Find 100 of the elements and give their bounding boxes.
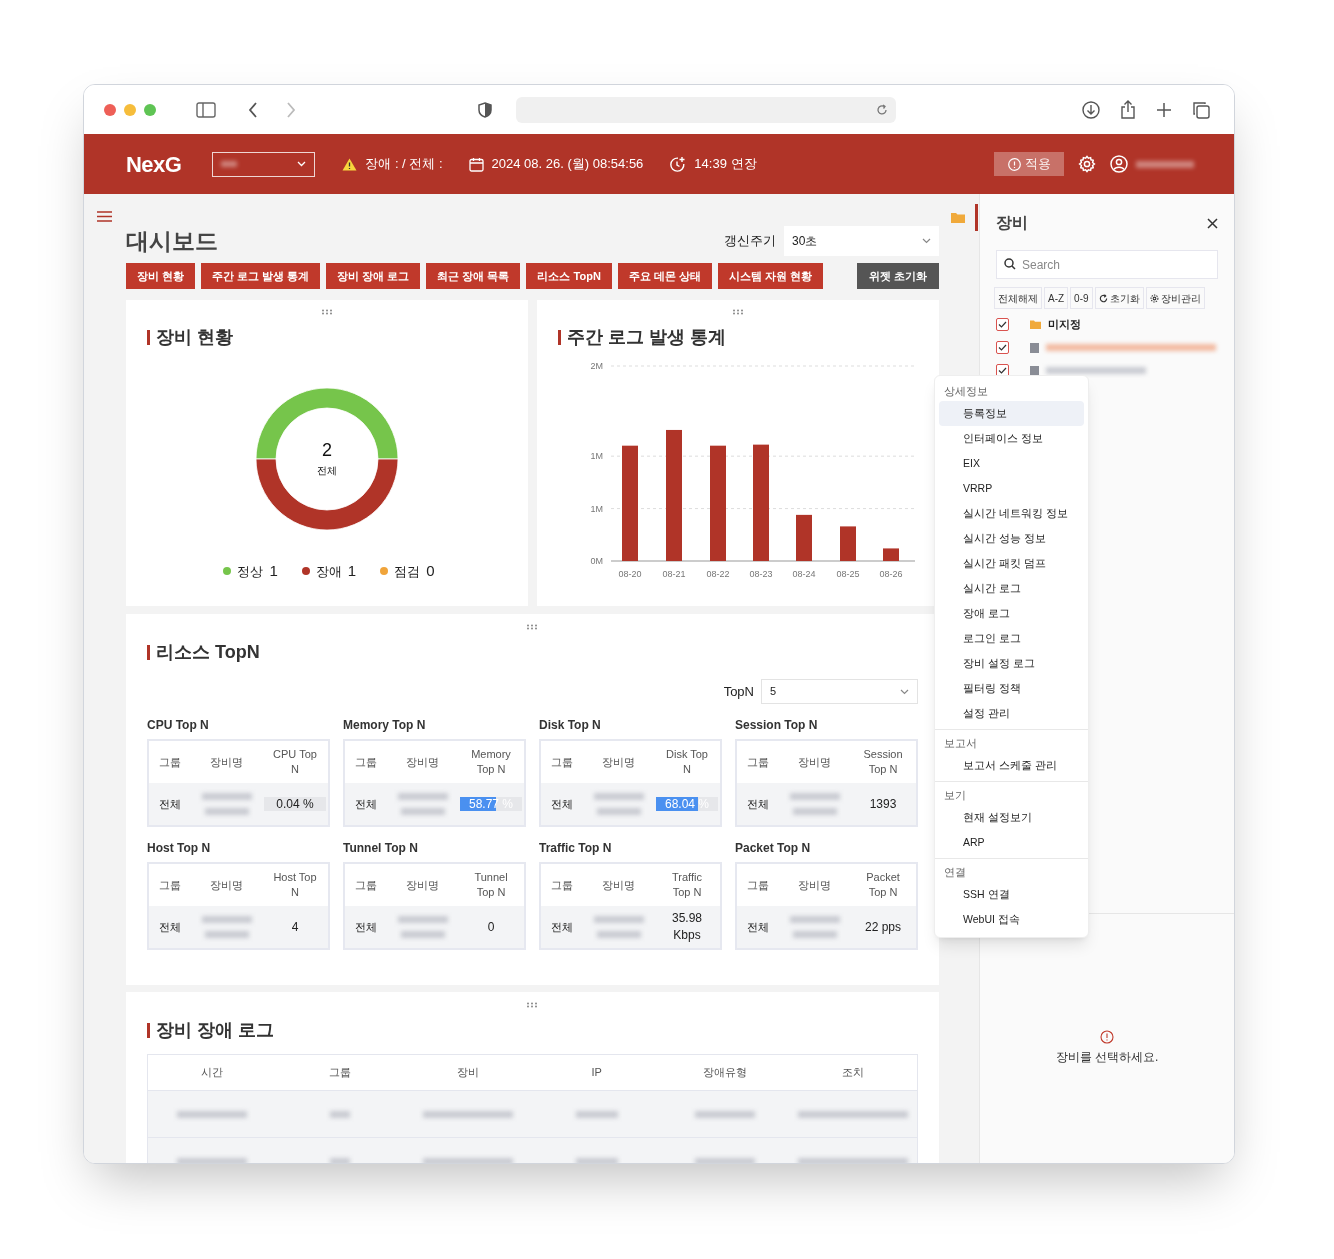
table-cell-text: 전체 — [550, 919, 574, 935]
logo[interactable]: NexG — [126, 147, 182, 181]
sidebar-icon[interactable] — [196, 101, 216, 118]
axis-tick-label: 08-25 — [836, 569, 860, 579]
clock-plus-icon[interactable] — [669, 155, 687, 173]
table-cell-text: 전체 — [746, 919, 770, 935]
tool-button[interactable]: 초기화 — [1094, 287, 1144, 309]
device-select[interactable] — [212, 151, 316, 177]
widget-button[interactable]: 주간 로그 발생 통계 — [201, 263, 321, 289]
axis-tick-label: 08-23 — [749, 569, 773, 579]
axis-tick-label: 08-24 — [792, 569, 816, 579]
widget-button[interactable]: 장비 현황 — [126, 263, 196, 289]
topn-select[interactable]: 5 — [761, 679, 918, 704]
menu-icon[interactable] — [97, 211, 112, 222]
menu-item[interactable]: 설정 관리 — [939, 701, 1084, 726]
tool-button[interactable]: 전체해제 — [994, 287, 1042, 309]
search-icon — [1004, 258, 1016, 270]
refresh-select[interactable]: 30초 — [784, 226, 939, 256]
tool-button[interactable]: 0-9 — [1070, 287, 1093, 309]
drag-handle-icon[interactable] — [526, 624, 538, 630]
tabs-overview-icon[interactable] — [1192, 100, 1210, 119]
column-header: 그룹 — [328, 1065, 353, 1081]
menu-item[interactable]: 장비 설정 로그 — [939, 651, 1084, 676]
table-cell-text: 전체 — [354, 796, 378, 812]
tree-item-label[interactable]: 미지정 — [1048, 316, 1081, 333]
widget-button[interactable]: 주요 데몬 상태 — [617, 263, 712, 289]
axis-tick-label: 1M — [590, 451, 603, 462]
blurred-text — [789, 916, 840, 923]
menu-item[interactable]: 현재 설정보기 — [939, 805, 1084, 830]
blurred-text — [204, 808, 249, 815]
menu-item[interactable]: 인터페이스 정보 — [939, 426, 1084, 451]
widget-button[interactable]: 최근 장애 목록 — [426, 263, 521, 289]
menu-section-title: 보고서 — [943, 736, 978, 751]
menu-section-title: 연결 — [943, 865, 967, 880]
refresh-value: 30초 — [792, 233, 818, 250]
blurred-text — [201, 916, 252, 923]
blurred-text — [789, 793, 840, 800]
menu-item[interactable]: 실시간 로그 — [939, 576, 1084, 601]
download-icon[interactable] — [1082, 100, 1100, 119]
menu-item[interactable]: 실시간 패킷 덤프 — [939, 551, 1084, 576]
back-icon[interactable] — [248, 101, 258, 118]
column-header: 장비명 — [798, 877, 831, 893]
legend-count: 1 — [269, 561, 278, 581]
widget-button[interactable]: 장비 장애 로그 — [326, 263, 421, 289]
reset-widgets-button[interactable]: 위젯 초기화 — [856, 263, 939, 289]
chevron-down-icon — [922, 238, 931, 244]
panel-title: 장비 — [996, 213, 1028, 233]
menu-item[interactable]: VRRP — [939, 476, 1084, 501]
menu-section-title: 상세정보 — [943, 384, 989, 399]
menu-item[interactable]: SSH 연결 — [939, 882, 1084, 907]
axis-tick-label: 0M — [590, 556, 603, 566]
empty-message: 장비를 선택하세요. — [1055, 1049, 1159, 1066]
drag-handle-icon[interactable] — [321, 309, 333, 315]
menu-item[interactable]: 보고서 스케줄 관리 — [939, 753, 1084, 778]
drag-handle-icon[interactable] — [526, 1002, 538, 1008]
info-icon — [1007, 157, 1021, 171]
card-title: 장비 현황 — [156, 326, 233, 349]
menu-item[interactable]: 필터링 정책 — [939, 676, 1084, 701]
table-title: Tunnel Top N — [343, 840, 419, 856]
blurred-text — [177, 1110, 248, 1118]
menu-item[interactable]: 등록정보 — [939, 401, 1084, 426]
close-icon[interactable] — [1207, 217, 1218, 229]
column-header: 장비명 — [602, 754, 635, 770]
menu-item[interactable]: 로그인 로그 — [939, 626, 1084, 651]
shield-icon[interactable] — [478, 101, 492, 118]
session-extend-text[interactable]: 14:39 연장 — [694, 154, 757, 174]
menu-item[interactable]: WebUI 접속 — [939, 907, 1084, 932]
settings-icon[interactable] — [1078, 155, 1096, 173]
column-header: 장비명 — [406, 754, 439, 770]
table-cell-text: 전체 — [550, 796, 574, 812]
search-field[interactable]: Search — [996, 250, 1218, 279]
menu-item[interactable]: 실시간 네트워킹 정보 — [939, 501, 1084, 526]
column-header: Packet Top N — [865, 870, 901, 900]
blurred-text — [694, 1110, 755, 1118]
total-label: 전체 — [317, 463, 337, 478]
new-tab-icon[interactable] — [1156, 101, 1172, 118]
widget-button[interactable]: 리소스 TopN — [526, 263, 612, 289]
menu-item[interactable]: 장애 로그 — [939, 601, 1084, 626]
widget-button[interactable]: 시스템 자원 현황 — [717, 263, 824, 289]
menu-item[interactable]: 실시간 성능 정보 — [939, 526, 1084, 551]
drag-handle-icon[interactable] — [732, 309, 744, 315]
tool-button[interactable]: 장비관리 — [1145, 287, 1205, 309]
menu-item[interactable]: ARP — [939, 830, 1084, 855]
menu-item[interactable]: EIX — [939, 451, 1084, 476]
checkbox[interactable] — [996, 341, 1009, 354]
column-header: 그룹 — [355, 877, 377, 893]
reload-icon[interactable] — [876, 103, 888, 116]
close-window-button[interactable] — [104, 103, 116, 116]
column-header: Traffic Top N — [671, 870, 703, 900]
column-header: Disk Top N — [665, 747, 709, 777]
legend-label: 정상 — [237, 562, 264, 581]
column-header: 그룹 — [747, 754, 769, 770]
checkbox[interactable] — [996, 318, 1009, 331]
blurred-text — [397, 916, 448, 923]
blurred-text — [204, 931, 249, 938]
folder-icon — [1030, 320, 1041, 329]
user-icon[interactable] — [1110, 155, 1128, 173]
column-header: 장비명 — [602, 877, 635, 893]
tool-button[interactable]: A-Z — [1044, 287, 1069, 309]
share-icon[interactable] — [1120, 100, 1136, 119]
